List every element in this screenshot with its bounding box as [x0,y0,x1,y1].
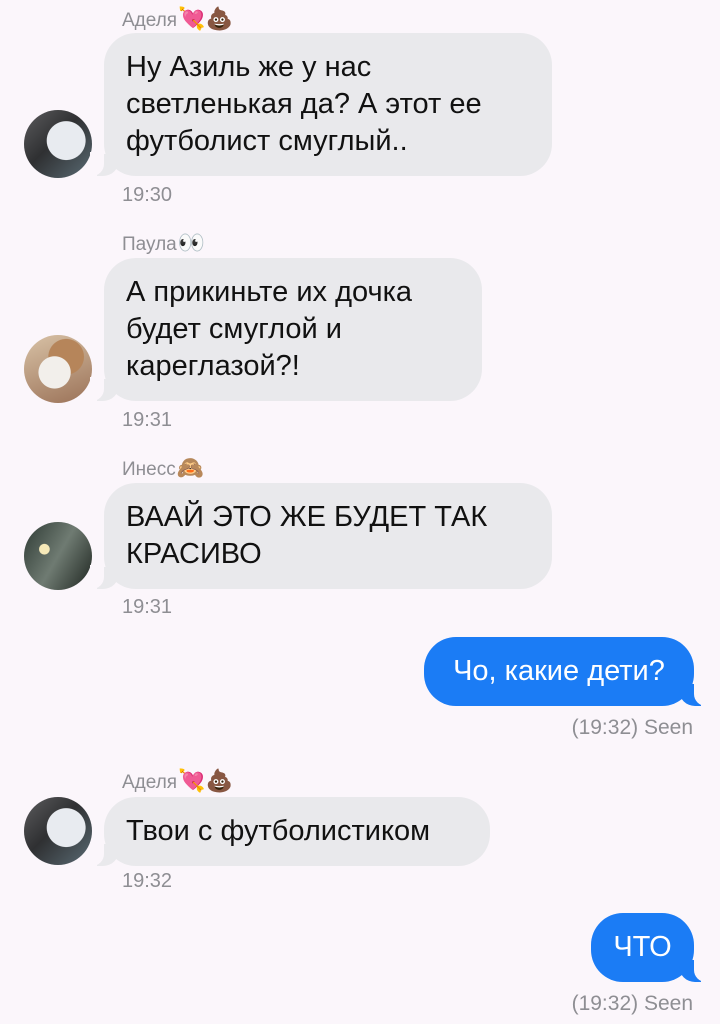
avatar[interactable] [24,110,92,178]
message-time: 19:30 [122,184,173,206]
incoming-message-bubble[interactable]: ВААЙ ЭТО ЖЕ БУДЕТ ТАК КРАСИВО [90,483,552,589]
sender-emoji: 💘💩 [178,768,233,793]
chat-thread[interactable]: Аделя💘💩 Ну Азиль же у нас светленькая да… [0,0,720,1024]
sender-label: Аделя [122,772,178,793]
avatar[interactable] [24,335,92,403]
sender-label: Инесс [122,459,176,480]
incoming-message-bubble[interactable]: Твои с футболистиком [90,797,490,866]
avatar[interactable] [24,522,92,590]
sender-label: Аделя [122,10,178,31]
outgoing-message-bubble[interactable]: Чо, какие дети? [424,637,708,706]
sender-emoji: 👀 [177,230,206,255]
sender-emoji: 🙈 [176,455,205,480]
sender-name: Паула👀 [122,230,205,256]
avatar[interactable] [24,797,92,865]
incoming-message-bubble[interactable]: Ну Азиль же у нас светленькая да? А этот… [90,33,552,176]
sender-label: Паула [122,234,177,255]
seen-status: (19:32) Seen [571,992,693,1015]
message-time: 19:31 [122,409,173,431]
sender-name: Аделя💘💩 [122,768,233,794]
sender-name: Аделя💘💩 [122,6,233,32]
message-time: 19:32 [122,870,173,892]
seen-status: (19:32) Seen [571,716,693,739]
sender-name: Инесс🙈 [122,455,204,481]
message-time: 19:31 [122,596,173,618]
sender-emoji: 💘💩 [178,6,233,31]
outgoing-message-bubble[interactable]: ЧТО [591,913,708,982]
incoming-message-bubble[interactable]: А прикиньте их дочка будет смуглой и кар… [90,258,482,401]
